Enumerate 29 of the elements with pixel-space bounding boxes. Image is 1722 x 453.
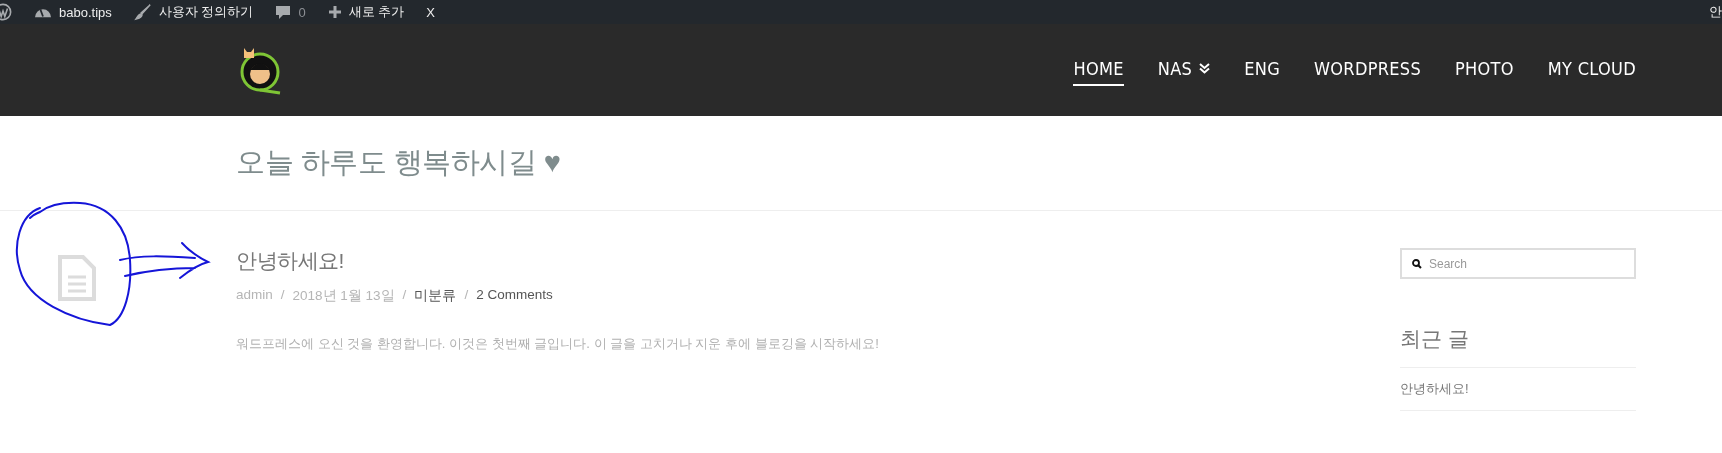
separator: /: [280, 287, 285, 304]
brush-icon[interactable]: [133, 3, 152, 21]
recent-post-link[interactable]: 안녕하세요!: [1400, 367, 1636, 411]
nav-link[interactable]: WORDPRESS: [1314, 54, 1421, 86]
search-icon: [1412, 259, 1422, 269]
widget-title: 최근 글: [1400, 326, 1470, 352]
admin-bar-link[interactable]: 0: [298, 4, 306, 20]
post-date: 2018년 1월 13일: [292, 287, 395, 305]
post-excerpt: 워드프레스에 오신 것을 환영합니다. 이것은 첫번째 글입니다. 이 글을 고치거나 지운 후에 블로깅을 시작하세요!: [236, 335, 880, 353]
nav-link[interactable]: ENG: [1244, 54, 1280, 86]
close-link[interactable]: X: [426, 4, 435, 20]
nav-link[interactable]: MY CLOUD: [1547, 54, 1636, 86]
admin-bar-link[interactable]: 사용자 정의하기: [158, 3, 254, 21]
admin-bar-link[interactable]: babo.tips: [59, 4, 112, 20]
post-title-link[interactable]: 안녕하세요!: [236, 247, 1400, 275]
comments-link[interactable]: 2 Comments: [476, 287, 553, 305]
page-title: 오늘 하루도 행복하시길 ♥: [236, 145, 562, 180]
category-link[interactable]: 미분류: [414, 287, 457, 305]
separator: /: [464, 287, 469, 304]
nav-link[interactable]: NAS: [1157, 54, 1211, 86]
comment-bubble-icon[interactable]: [275, 4, 292, 20]
plus-icon[interactable]: [327, 5, 342, 19]
search-field[interactable]: Search: [1400, 248, 1636, 279]
nav-link[interactable]: HOME: [1073, 54, 1124, 86]
document-icon: [57, 255, 97, 301]
nav-link[interactable]: PHOTO: [1455, 54, 1514, 86]
admin-bar-link[interactable]: 새로 추가: [348, 3, 405, 21]
separator: /: [402, 287, 407, 304]
account-link[interactable]: 안: [1709, 3, 1722, 21]
